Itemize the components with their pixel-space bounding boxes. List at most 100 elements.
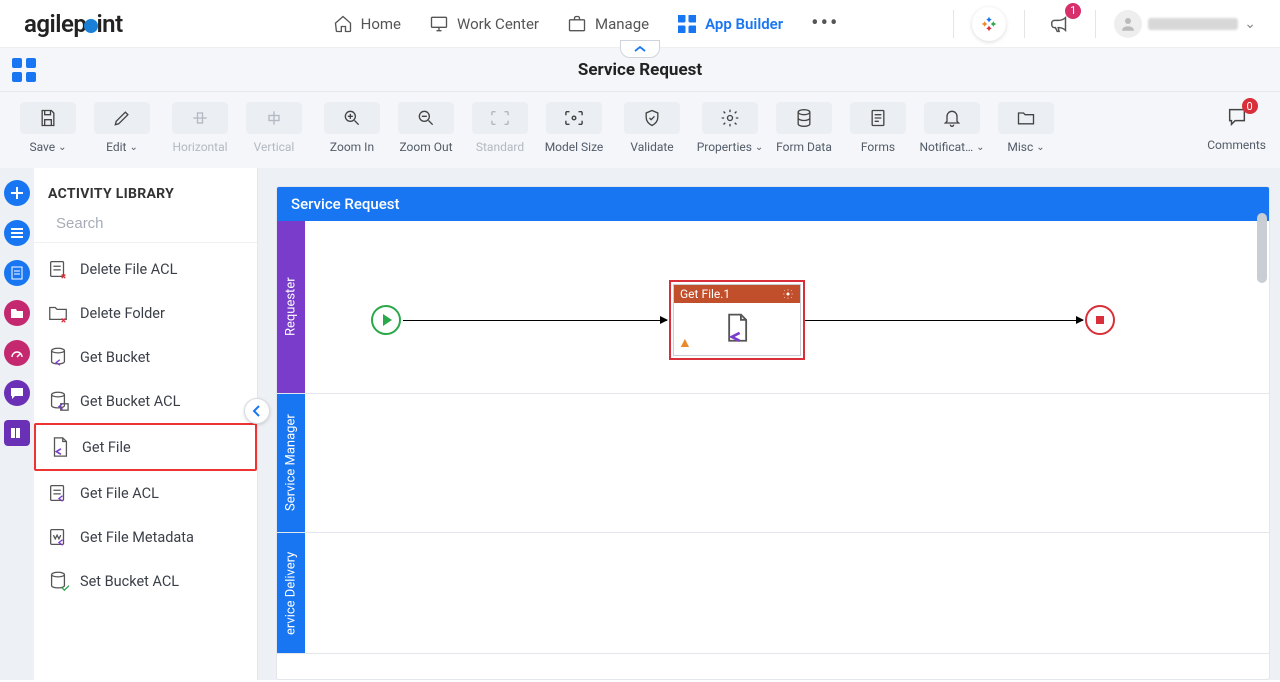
activity-list: Delete File ACL Delete Folder Get Bucket… (34, 243, 257, 680)
process-canvas[interactable]: Service Request Requester Get File.1 (276, 186, 1270, 680)
warning-icon: ▲ (678, 334, 692, 351)
app-switcher-button[interactable] (12, 58, 36, 82)
rail-item-1[interactable] (4, 220, 30, 246)
apps-icon (677, 14, 697, 34)
start-node[interactable] (371, 305, 401, 335)
file-get-large-icon (721, 312, 753, 346)
form-data-button[interactable]: Form Data (770, 102, 838, 154)
activity-item[interactable]: Get File ACL (34, 471, 257, 515)
lane-service-delivery: ervice Delivery (277, 533, 1269, 654)
edge[interactable] (403, 320, 667, 321)
activity-item[interactable]: Get Bucket ACL (34, 379, 257, 423)
rail-item-6[interactable] (4, 420, 30, 446)
integrations-button[interactable] (972, 7, 1006, 41)
swimlanes: Requester Get File.1 ▲ (277, 221, 1269, 654)
lane-body[interactable] (305, 394, 1269, 532)
misc-button[interactable]: Misc⌄ (992, 102, 1060, 154)
align-vertical-button[interactable]: Vertical (240, 102, 308, 154)
activity-item[interactable]: Get Bucket (34, 335, 257, 379)
lane-label[interactable]: ervice Delivery (277, 533, 305, 653)
folder-delete-icon (46, 301, 70, 325)
comments-button[interactable]: 0 Comments (1207, 102, 1266, 152)
activity-item-get-file[interactable]: Get File (34, 423, 257, 471)
comments-badge: 0 (1242, 98, 1258, 114)
lane-body[interactable] (305, 533, 1269, 653)
file-metadata-icon (46, 525, 70, 549)
save-button[interactable]: Save⌄ (14, 102, 82, 154)
activity-node-get-file[interactable]: Get File.1 ▲ (669, 280, 805, 360)
chevron-down-icon: ⌄ (976, 142, 984, 153)
zoom-in-icon (342, 108, 362, 128)
nav-manage-label: Manage (595, 15, 649, 33)
properties-button[interactable]: Properties⌄ (696, 102, 764, 154)
activity-item[interactable]: Set Bucket ACL (34, 559, 257, 603)
bucket-get-icon (46, 345, 70, 369)
collapse-top-button[interactable] (620, 40, 660, 58)
zoom-standard-button[interactable]: Standard (466, 102, 534, 154)
activity-sidebar: ACTIVITY LIBRARY Delete File ACL Delete … (34, 168, 258, 680)
briefcase-icon (567, 14, 587, 34)
clipboard-icon (10, 266, 24, 280)
file-acl-get-icon (46, 481, 70, 505)
avatar-icon (1114, 10, 1142, 38)
chevron-down-icon: ⌄ (58, 142, 66, 153)
file-acl-delete-icon (46, 257, 70, 281)
rail-item-4[interactable] (4, 340, 30, 366)
chevron-down-icon: ⌄ (129, 142, 137, 153)
end-node[interactable] (1085, 305, 1115, 335)
nav-home[interactable]: Home (333, 14, 401, 34)
rail-item-3[interactable] (4, 300, 30, 326)
activity-search[interactable] (34, 214, 257, 243)
rail-add-button[interactable] (4, 180, 30, 206)
gear-icon (720, 108, 740, 128)
validate-button[interactable]: Validate (618, 102, 686, 154)
canvas-header: Service Request (277, 187, 1269, 221)
left-rail (0, 168, 34, 680)
activity-item[interactable]: Get File Metadata (34, 515, 257, 559)
activity-item[interactable]: Delete Folder (34, 291, 257, 335)
nav-more[interactable]: ••• (811, 11, 839, 36)
zoom-out-button[interactable]: Zoom Out (392, 102, 460, 154)
nav-app-builder-label: App Builder (705, 15, 783, 33)
rail-item-2[interactable] (4, 260, 30, 286)
nav-work-center[interactable]: Work Center (429, 14, 539, 34)
monitor-icon (429, 14, 449, 34)
chevron-down-icon: ⌄ (1036, 142, 1044, 153)
gear-small-icon[interactable] (782, 288, 794, 300)
zoom-in-button[interactable]: Zoom In (318, 102, 386, 154)
align-vertical-icon (264, 108, 284, 128)
lane-body[interactable]: Get File.1 ▲ (305, 221, 1269, 393)
nav-manage[interactable]: Manage (567, 14, 649, 34)
align-horizontal-button[interactable]: Horizontal (166, 102, 234, 154)
edge[interactable] (805, 320, 1083, 321)
chat-small-icon (10, 386, 24, 400)
scrollbar-thumb[interactable] (1257, 213, 1267, 283)
nav-center: Home Work Center Manage App Builder ••• (333, 11, 840, 36)
lane-requester: Requester Get File.1 ▲ (277, 221, 1269, 394)
bucket-acl-set-icon (46, 569, 70, 593)
fit-standard-icon (489, 109, 511, 127)
divider (1095, 10, 1096, 38)
columns-icon (10, 427, 24, 439)
forms-button[interactable]: Forms (844, 102, 912, 154)
user-name (1148, 18, 1238, 30)
nav-app-builder[interactable]: App Builder (677, 14, 783, 34)
plus-icon (10, 186, 24, 200)
rail-item-5[interactable] (4, 380, 30, 406)
chevron-down-icon: ⌄ (755, 142, 763, 153)
nav-home-label: Home (361, 15, 401, 33)
announcements-button[interactable]: 1 (1043, 7, 1077, 41)
pinwheel-icon (980, 15, 998, 33)
chevron-down-icon: ⌄ (1244, 16, 1256, 32)
pencil-icon (112, 108, 132, 128)
user-menu[interactable]: ⌄ (1114, 10, 1256, 38)
activity-item[interactable]: Delete File ACL (34, 247, 257, 291)
lane-label[interactable]: Requester (277, 221, 305, 393)
search-input[interactable] (56, 215, 255, 232)
notifications-button[interactable]: Notificat…⌄ (918, 102, 986, 154)
lane-label[interactable]: Service Manager (277, 394, 305, 532)
edit-button[interactable]: Edit⌄ (88, 102, 156, 154)
bell-icon (942, 108, 962, 128)
divider (1024, 10, 1025, 38)
zoom-model-button[interactable]: Model Size (540, 102, 608, 154)
